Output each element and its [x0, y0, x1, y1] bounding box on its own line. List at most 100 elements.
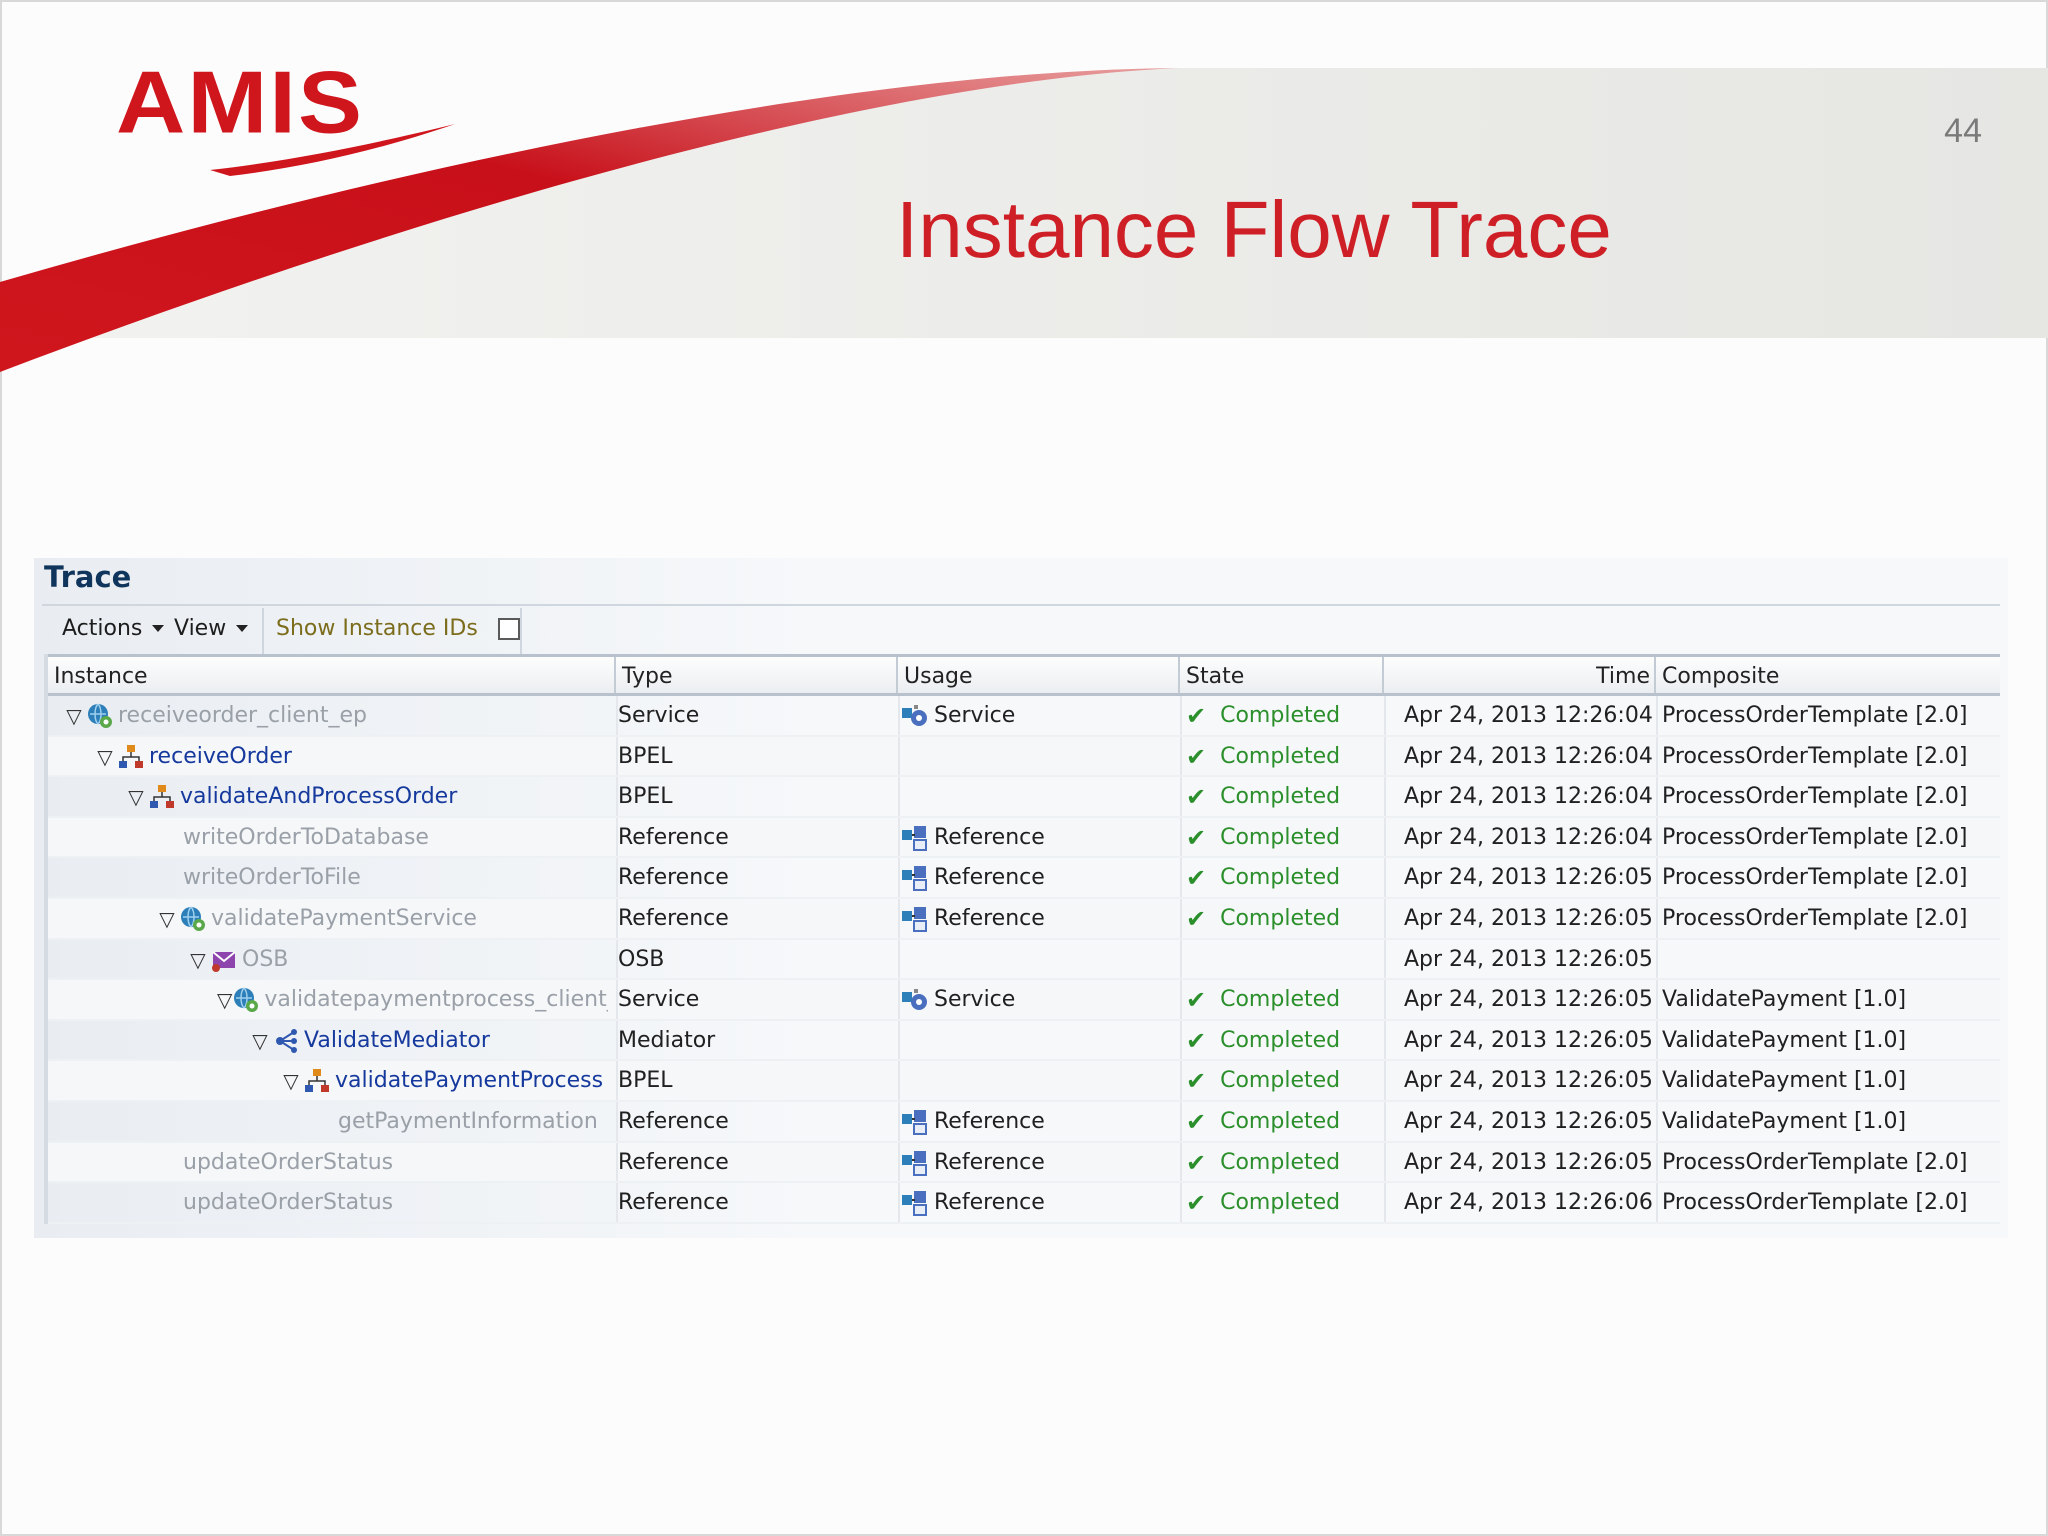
composite-cell: ProcessOrderTemplate [2.0] [1662, 703, 1968, 728]
expand-collapse-icon[interactable]: ▽ [279, 1061, 303, 1101]
column-divider [1180, 817, 1182, 857]
instance-name[interactable]: receiveOrder [149, 737, 292, 777]
instance-name[interactable]: validatePaymentProcess [335, 1061, 603, 1101]
table-row[interactable]: ▽ receiveorder_client_ep Service Service ✔ Co… [48, 696, 2000, 737]
instance-tree-node: ▽writeOrderToDatabase [48, 818, 608, 858]
slide-title: Instance Flow Trace [896, 185, 1612, 274]
table-row[interactable]: ▽updateOrderStatus Reference Reference ✔ Com… [48, 1142, 2000, 1184]
instance-tree-node: ▽ receiveOrder [48, 737, 608, 777]
state-label: Completed [1220, 1068, 1341, 1094]
table-row[interactable]: ▽ validatePaymentProcess BPEL ✔ Completed Apr… [48, 1061, 2000, 1102]
usage-cell [900, 737, 1176, 777]
instance-name: validatepaymentprocess_client_ep [264, 987, 608, 1013]
trace-table: Instance Type Usage State Time Composite… [44, 654, 2000, 1224]
toolbar-separator [262, 608, 264, 654]
usage-label: Reference [934, 905, 1045, 931]
actions-menu[interactable]: Actions [62, 616, 165, 641]
expand-collapse-icon[interactable]: ▽ [93, 737, 117, 777]
expand-collapse-icon[interactable]: ▽ [155, 899, 179, 939]
column-header-state[interactable]: State [1180, 657, 1384, 693]
composite-cell: ProcessOrderTemplate [2.0] [1662, 1190, 1968, 1216]
time-cell: Apr 24, 2013 12:26:05 PM [1404, 905, 1654, 931]
state-label: Completed [1220, 1108, 1341, 1134]
state-label: Completed [1220, 905, 1341, 931]
column-divider [1180, 1020, 1182, 1060]
column-header-instance[interactable]: Instance [48, 657, 616, 693]
checkmark-icon: ✔ [1186, 1189, 1207, 1218]
usage-cell: Service [900, 696, 1176, 736]
state-cell: ✔ Completed [1186, 858, 1386, 898]
toolbar-separator [520, 608, 522, 654]
mediator-icon [272, 1027, 300, 1055]
type-cell: OSB [618, 946, 665, 972]
trace-toolbar: Actions View Show Instance IDs [42, 608, 2000, 654]
table-row[interactable]: ▽ validateAndProcessOrder BPEL ✔ Completed Ap… [48, 777, 2000, 818]
checkmark-icon: ✔ [1186, 823, 1207, 852]
type-cell: Reference [618, 1108, 729, 1134]
column-header-usage[interactable]: Usage [898, 657, 1180, 693]
instance-name[interactable]: validateAndProcessOrder [180, 777, 457, 817]
usage-cell [900, 940, 1176, 980]
usage-cell [900, 1061, 1176, 1101]
trace-panel-title: Trace [44, 560, 132, 594]
column-header-composite[interactable]: Composite [1656, 657, 2004, 693]
table-row[interactable]: ▽ ValidateMediator Mediator ✔ Completed Apr 2… [48, 1020, 2000, 1062]
usage-cell: Service [900, 980, 1176, 1020]
checkmark-icon: ✔ [1186, 904, 1207, 933]
state-label: Completed [1220, 703, 1341, 728]
checkmark-icon: ✔ [1186, 1067, 1207, 1096]
composite-cell: ProcessOrderTemplate [2.0] [1662, 865, 1968, 891]
reference-icon [900, 864, 928, 892]
view-menu[interactable]: View [174, 616, 249, 641]
state-label: Completed [1220, 865, 1341, 891]
table-row[interactable]: ▽ receiveOrder BPEL ✔ Completed Apr 24, 2013 … [48, 736, 2000, 778]
show-instance-ids-toggle[interactable]: Show Instance IDs [276, 616, 520, 641]
expand-collapse-icon[interactable]: ▽ [124, 777, 148, 817]
type-cell: Reference [618, 1149, 729, 1175]
expand-collapse-icon[interactable]: ▽ [62, 696, 86, 736]
column-divider [1180, 736, 1182, 776]
state-cell: ✔ Completed [1186, 737, 1386, 777]
table-row[interactable]: ▽getPaymentInformation Reference Reference… [48, 1101, 2000, 1143]
expand-collapse-icon[interactable]: ▽ [217, 980, 232, 1020]
table-row[interactable]: ▽ OSB OSB Apr 24, 2013 12:26:05 PM [48, 939, 2000, 981]
table-row[interactable]: ▽writeOrderToDatabase Reference Reference ✔… [48, 817, 2000, 859]
checkmark-icon: ✔ [1186, 864, 1207, 893]
table-body: ▽ receiveorder_client_ep Service Service ✔ Co… [48, 696, 2000, 1224]
state-label: Completed [1220, 824, 1341, 850]
table-row[interactable]: ▽ validatePaymentService Reference Referenc… [48, 898, 2000, 940]
usage-label: Service [934, 987, 1016, 1013]
globe-gear-icon [179, 905, 207, 933]
checkmark-icon: ✔ [1186, 783, 1207, 812]
column-header-type[interactable]: Type [616, 657, 898, 693]
composite-cell: ValidatePayment [1.0] [1662, 1108, 1907, 1134]
instance-cell: ▽ validatePaymentService [48, 899, 608, 939]
column-header-time[interactable]: Time [1384, 657, 1656, 693]
state-cell: ✔ Completed [1186, 1102, 1386, 1142]
composite-cell: ValidatePayment [1.0] [1662, 1027, 1907, 1053]
table-row[interactable]: ▽ validatepaymentprocess_client_ep Service… [48, 980, 2000, 1021]
instance-tree-node: ▽ receiveorder_client_ep [48, 696, 608, 736]
reference-icon [900, 905, 928, 933]
usage-cell: Reference [900, 858, 1176, 898]
column-divider [1180, 1142, 1182, 1182]
expand-collapse-icon[interactable]: ▽ [186, 940, 210, 980]
table-row[interactable]: ▽writeOrderToFile Reference Reference ✔ Comp… [48, 858, 2000, 899]
usage-cell: Reference [900, 899, 1176, 939]
time-cell: Apr 24, 2013 12:26:05 PM [1404, 987, 1654, 1013]
instance-tree-node: ▽writeOrderToFile [48, 858, 608, 898]
usage-label: Reference [934, 1149, 1045, 1175]
table-row[interactable]: ▽updateOrderStatus Reference Reference ✔ Com… [48, 1183, 2000, 1224]
instance-tree-node: ▽ validateAndProcessOrder [48, 777, 608, 817]
composite-cell: ValidatePayment [1.0] [1662, 987, 1907, 1013]
show-instance-ids-checkbox[interactable] [497, 617, 520, 640]
expand-collapse-icon[interactable]: ▽ [248, 1021, 272, 1061]
instance-name[interactable]: ValidateMediator [304, 1021, 490, 1061]
osb-icon [210, 946, 238, 974]
instance-cell: ▽ receiveOrder [48, 737, 608, 777]
instance-cell: ▽ OSB [48, 940, 608, 980]
bpel-process-icon [148, 783, 176, 811]
type-cell: Reference [618, 1190, 729, 1216]
column-divider [1656, 1142, 1658, 1182]
column-divider [1656, 736, 1658, 776]
